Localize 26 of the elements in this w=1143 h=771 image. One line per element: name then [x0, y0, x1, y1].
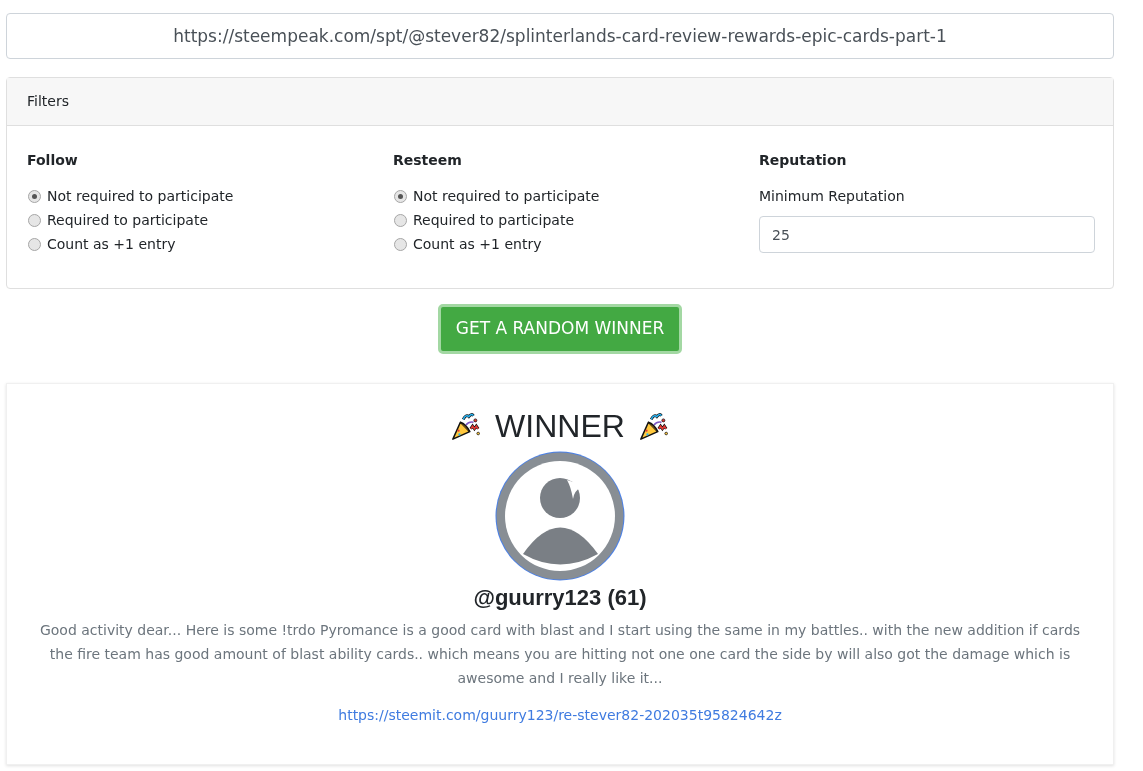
radio-button[interactable] [394, 237, 407, 251]
group-heading: Resteem [393, 151, 463, 170]
radio-button[interactable] [394, 189, 407, 203]
comment-text: Good activity dear... Here is some !trdo Pyromance is a good card with blast and I start using the same in my battles.. with the new addition if cards the fire team has good amount of blast ability cards.. which means you are hitting not one one card the side by will also got the damage which is awesome and I really like it... [38, 621, 1082, 688]
radio-label[interactable]: Count as +1 entry [413, 233, 542, 255]
panel-title: Filters [27, 92, 69, 111]
group-heading: Follow [27, 151, 79, 170]
radio-button[interactable] [28, 213, 41, 227]
comment-link[interactable]: https://steemit.com/guurry123/re-stever82-202035t95824642z [338, 705, 782, 725]
url-field[interactable]: https://steempeak.com/spt/@stever82/splinterlands-card-review-rewards-epic-cards-part-1 [6, 13, 1114, 59]
radio-button[interactable] [28, 237, 41, 251]
group-heading: Reputation [759, 151, 848, 170]
radio-label[interactable]: Required to participate [413, 209, 575, 231]
winner-heading: WINNER [495, 407, 625, 446]
reputation-input[interactable]: 25 [759, 216, 1095, 253]
radio-label[interactable]: Count as +1 entry [47, 233, 176, 255]
radio-label[interactable]: Required to participate [47, 209, 209, 231]
radio-button[interactable] [394, 213, 407, 227]
party-popper-icon [451, 411, 482, 441]
avatar-icon [495, 451, 625, 581]
winner-username: @guurry123 (61) [473, 584, 647, 612]
field-label: Minimum Reputation [759, 187, 906, 206]
radio-label[interactable]: Not required to participate [47, 185, 234, 207]
radio-label[interactable]: Not required to participate [413, 185, 600, 207]
radio-button[interactable] [28, 189, 41, 203]
party-popper-icon [638, 411, 669, 441]
